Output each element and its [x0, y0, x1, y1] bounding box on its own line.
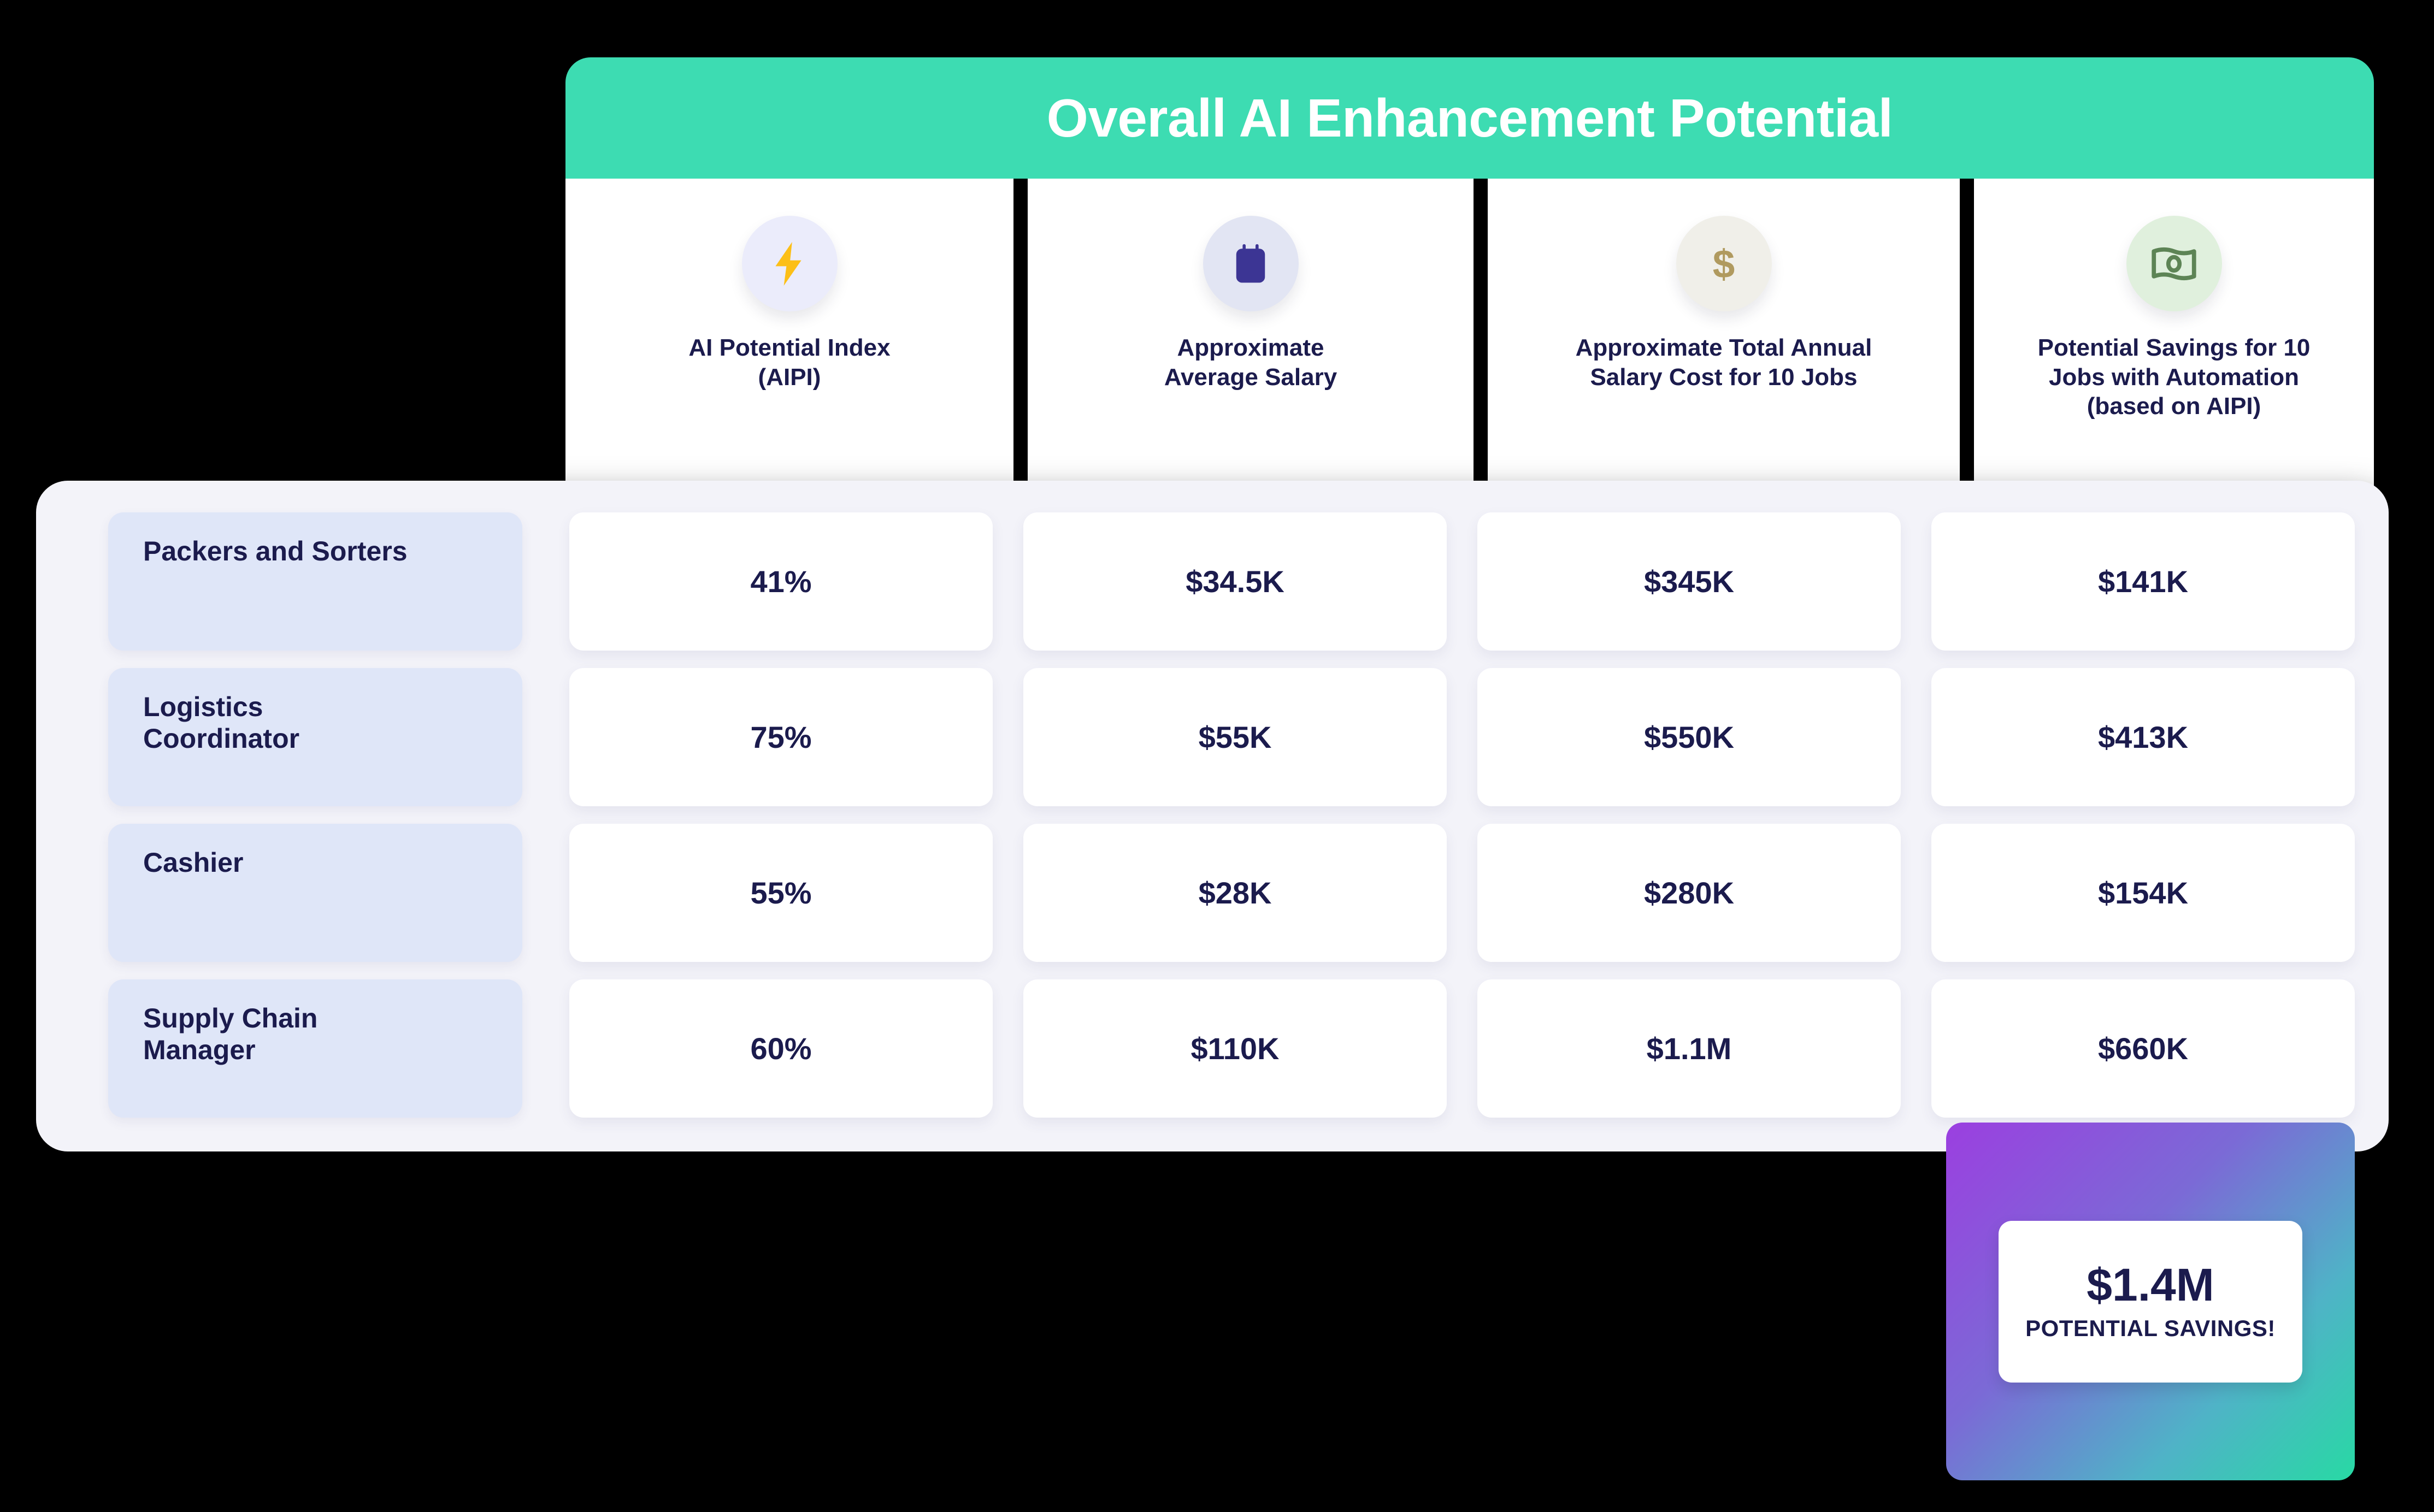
column-header-strip: AI Potential Index (AIPI) Approximate Aver… [565, 179, 2374, 489]
row-role-label: Supply Chain Manager [108, 979, 522, 1118]
column-header-aipi: AI Potential Index (AIPI) [565, 179, 1013, 489]
svg-text:$: $ [1713, 242, 1735, 286]
column-header-label: Approximate Average Salary [1164, 334, 1337, 391]
column-header-avg-salary: Approximate Average Salary [1028, 179, 1474, 489]
cell-potential-savings: $141K [1931, 512, 2355, 651]
column-header-savings: Potential Savings for 10 Jobs with Automa… [1974, 179, 2374, 489]
table-row: Supply Chain Manager 60% $110K $1.1M $660… [108, 979, 2355, 1118]
table-row: Cashier 55% $28K $280K $154K [108, 824, 2355, 962]
savings-label: POTENTIAL SAVINGS! [2025, 1315, 2276, 1341]
cell-aipi: 60% [569, 979, 993, 1118]
cell-avg-salary: $55K [1023, 668, 1447, 806]
column-header-label: Potential Savings for 10 Jobs with Automa… [2037, 334, 2311, 420]
page-title: Overall AI Enhancement Potential [1046, 87, 1893, 148]
table-row: Logistics Coordinator 75% $55K $550K $413… [108, 668, 2355, 806]
cell-avg-salary: $28K [1023, 824, 1447, 962]
potential-savings-badge: $1.4M POTENTIAL SAVINGS! [1946, 1123, 2355, 1480]
cell-aipi: 75% [569, 668, 993, 806]
cell-potential-savings: $413K [1931, 668, 2355, 806]
briefcase-icon [1203, 216, 1299, 311]
savings-summary-card: $1.4M POTENTIAL SAVINGS! [1999, 1220, 2302, 1383]
row-role-label: Packers and Sorters [108, 512, 522, 651]
lightning-bolt-icon [741, 216, 838, 311]
cell-potential-savings: $154K [1931, 824, 2355, 962]
row-role-label: Logistics Coordinator [108, 668, 522, 806]
dollar-sign-icon: $ [1676, 216, 1772, 311]
banknote-icon [2126, 216, 2222, 311]
column-header-total-cost: $ Approximate Total Annual Salary Cost fo… [1488, 179, 1960, 489]
cell-total-cost: $550K [1477, 668, 1901, 806]
title-bar: Overall AI Enhancement Potential [565, 57, 2374, 179]
cell-total-cost: $345K [1477, 512, 1901, 651]
cell-avg-salary: $34.5K [1023, 512, 1447, 651]
table-row: Packers and Sorters 41% $34.5K $345K $14… [108, 512, 2355, 651]
column-gutter [1474, 179, 1488, 489]
cell-potential-savings: $660K [1931, 979, 2355, 1118]
column-gutter [1960, 179, 1974, 489]
cell-aipi: 55% [569, 824, 993, 962]
cell-aipi: 41% [569, 512, 993, 651]
column-header-label: Approximate Total Annual Salary Cost for … [1575, 334, 1872, 391]
cell-total-cost: $280K [1477, 824, 1901, 962]
savings-amount: $1.4M [2087, 1259, 2214, 1310]
data-table-panel: Packers and Sorters 41% $34.5K $345K $14… [36, 481, 2389, 1151]
column-gutter [1013, 179, 1028, 489]
row-role-label: Cashier [108, 824, 522, 962]
data-table-grid: Packers and Sorters 41% $34.5K $345K $14… [36, 481, 2389, 1151]
header-panel: Overall AI Enhancement Potential AI Pote… [565, 57, 2374, 489]
cell-avg-salary: $110K [1023, 979, 1447, 1118]
column-header-label: AI Potential Index (AIPI) [688, 334, 891, 391]
cell-total-cost: $1.1M [1477, 979, 1901, 1118]
